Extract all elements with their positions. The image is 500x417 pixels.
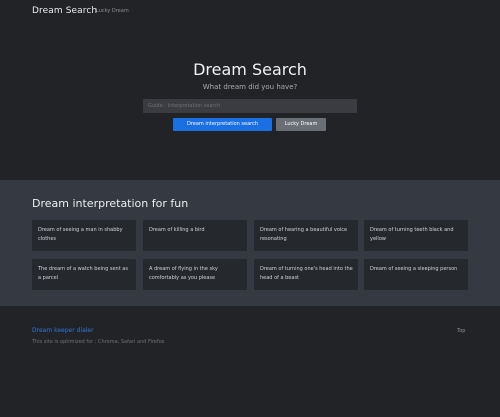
dream-card-text: Dream of seeing a man in shabby clothes <box>38 227 123 242</box>
lucky-dream-button[interactable]: Lucky Dream <box>276 118 326 131</box>
dream-search-button[interactable]: Dream interpretation search <box>173 118 272 131</box>
footer-link[interactable]: Dream keeper dialer <box>32 327 94 334</box>
search-placeholder: Guide : Interpretation search <box>148 103 221 109</box>
search-input[interactable]: Guide : Interpretation search <box>143 99 357 113</box>
hero-title: Dream Search <box>193 60 307 79</box>
footer-note: This site is optimized for : Chrome, Saf… <box>32 339 165 345</box>
dream-card[interactable]: Dream of seeing a sleeping person <box>364 259 468 290</box>
top-navbar: Dream Search Lucky Dream <box>0 0 500 22</box>
hero-subtitle: What dream did you have? <box>202 83 298 91</box>
nav-link-lucky-dream[interactable]: Lucky Dream <box>96 8 129 14</box>
dream-card-text: Dream of seeing a sleeping person <box>370 266 458 272</box>
dream-card[interactable]: Dream of hearing a beautiful voice reson… <box>254 220 358 251</box>
dream-card-text: Dream of hearing a beautiful voice reson… <box>260 227 348 242</box>
dream-card[interactable]: Dream of turning teeth black and yellow <box>364 220 468 251</box>
brand-logo-link[interactable]: Dream Search <box>32 6 97 16</box>
dream-card-text: A dream of flying in the sky comfortably… <box>149 266 218 281</box>
dream-card[interactable]: A dream of flying in the sky comfortably… <box>143 259 247 290</box>
dream-card-text: Dream of turning one's head into the hea… <box>260 266 353 281</box>
dream-card-text: The dream of a watch being sent as a par… <box>38 266 128 281</box>
dream-card-text: Dream of turning teeth black and yellow <box>370 227 454 242</box>
dream-card[interactable]: The dream of a watch being sent as a par… <box>32 259 136 290</box>
section-title: Dream interpretation for fun <box>32 197 189 210</box>
fun-interpretation-section: Dream interpretation for fun Dream of se… <box>0 180 500 306</box>
dream-card-text: Dream of killing a bird <box>149 227 205 233</box>
dream-card[interactable]: Dream of seeing a man in shabby clothes <box>32 220 136 251</box>
dream-card[interactable]: Dream of turning one's head into the hea… <box>254 259 358 290</box>
back-to-top-link[interactable]: Top <box>457 328 465 334</box>
dream-card[interactable]: Dream of killing a bird <box>143 220 247 251</box>
